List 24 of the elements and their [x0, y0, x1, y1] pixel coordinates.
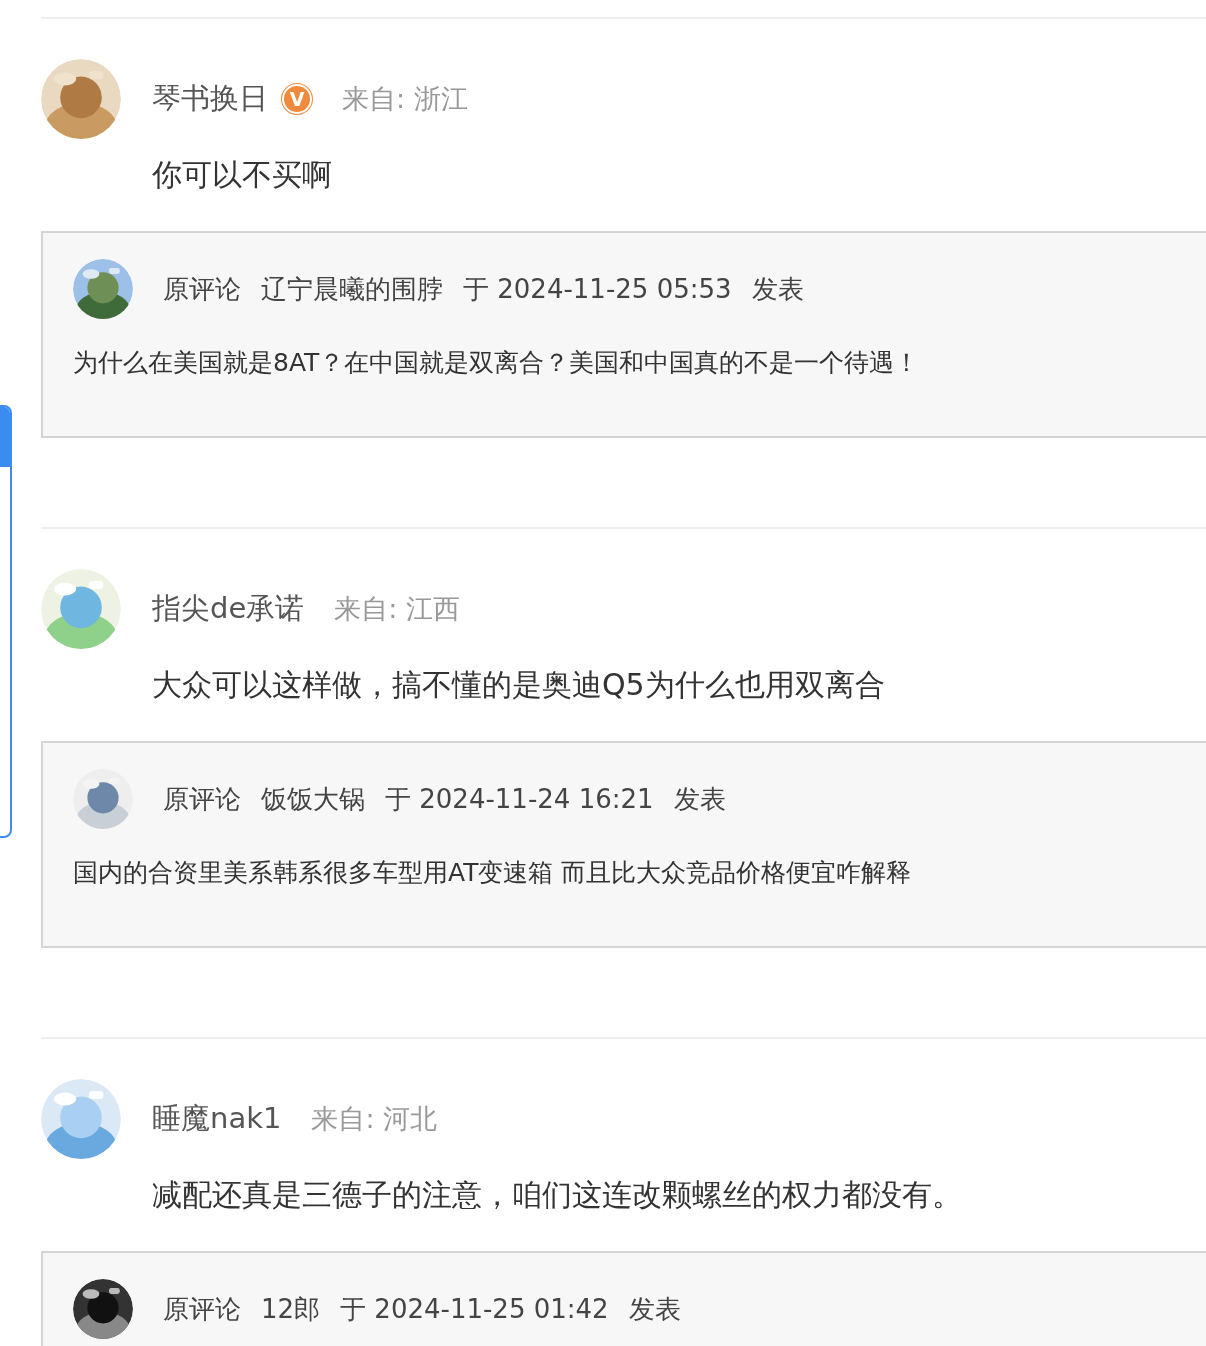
- verified-badge: V: [282, 84, 312, 114]
- user-name[interactable]: 睡魔nak1: [152, 1099, 282, 1139]
- location-text: 来自: 浙江: [342, 82, 468, 116]
- quote-label: 原评论: [163, 1292, 241, 1326]
- quote-time: 于 2024-11-25 01:42: [340, 1292, 609, 1326]
- quote-label: 原评论: [163, 272, 241, 306]
- quote-action: 发表: [628, 1292, 681, 1326]
- quote-label: 原评论: [163, 782, 241, 816]
- quote-text: 国内的合资里美系韩系很多车型用AT变速箱 而且比大众竞品价格便宜咋解释: [73, 857, 913, 889]
- quote-action: 发表: [751, 272, 804, 306]
- comment-text: 大众可以这样做，搞不懂的是奥迪Q5为什么也用双离合: [152, 666, 886, 704]
- quote-text: 为什么在美国就是8AT？在中国就是双离合？美国和中国真的不是一个待遇！: [73, 347, 921, 379]
- user-name[interactable]: 指尖de承诺: [152, 589, 305, 629]
- quote-time: 于 2024-11-24 16:21: [385, 782, 654, 816]
- comment-text: 减配还真是三德子的注意，咱们这连改颗螺丝的权力都没有。: [152, 1176, 963, 1214]
- user-name[interactable]: 琴书换日: [152, 79, 268, 119]
- quote-action: 发表: [673, 782, 726, 816]
- quote-user[interactable]: 辽宁晨曦的围脖: [261, 271, 443, 307]
- location-text: 来自: 江西: [334, 592, 460, 626]
- quote-time: 于 2024-11-25 05:53: [463, 272, 732, 306]
- location-text: 来自: 河北: [311, 1102, 438, 1136]
- quote-user[interactable]: 12郎: [261, 1291, 321, 1327]
- comment-text: 你可以不买啊: [152, 156, 333, 194]
- quote-user[interactable]: 饭饭大锅: [261, 781, 365, 817]
